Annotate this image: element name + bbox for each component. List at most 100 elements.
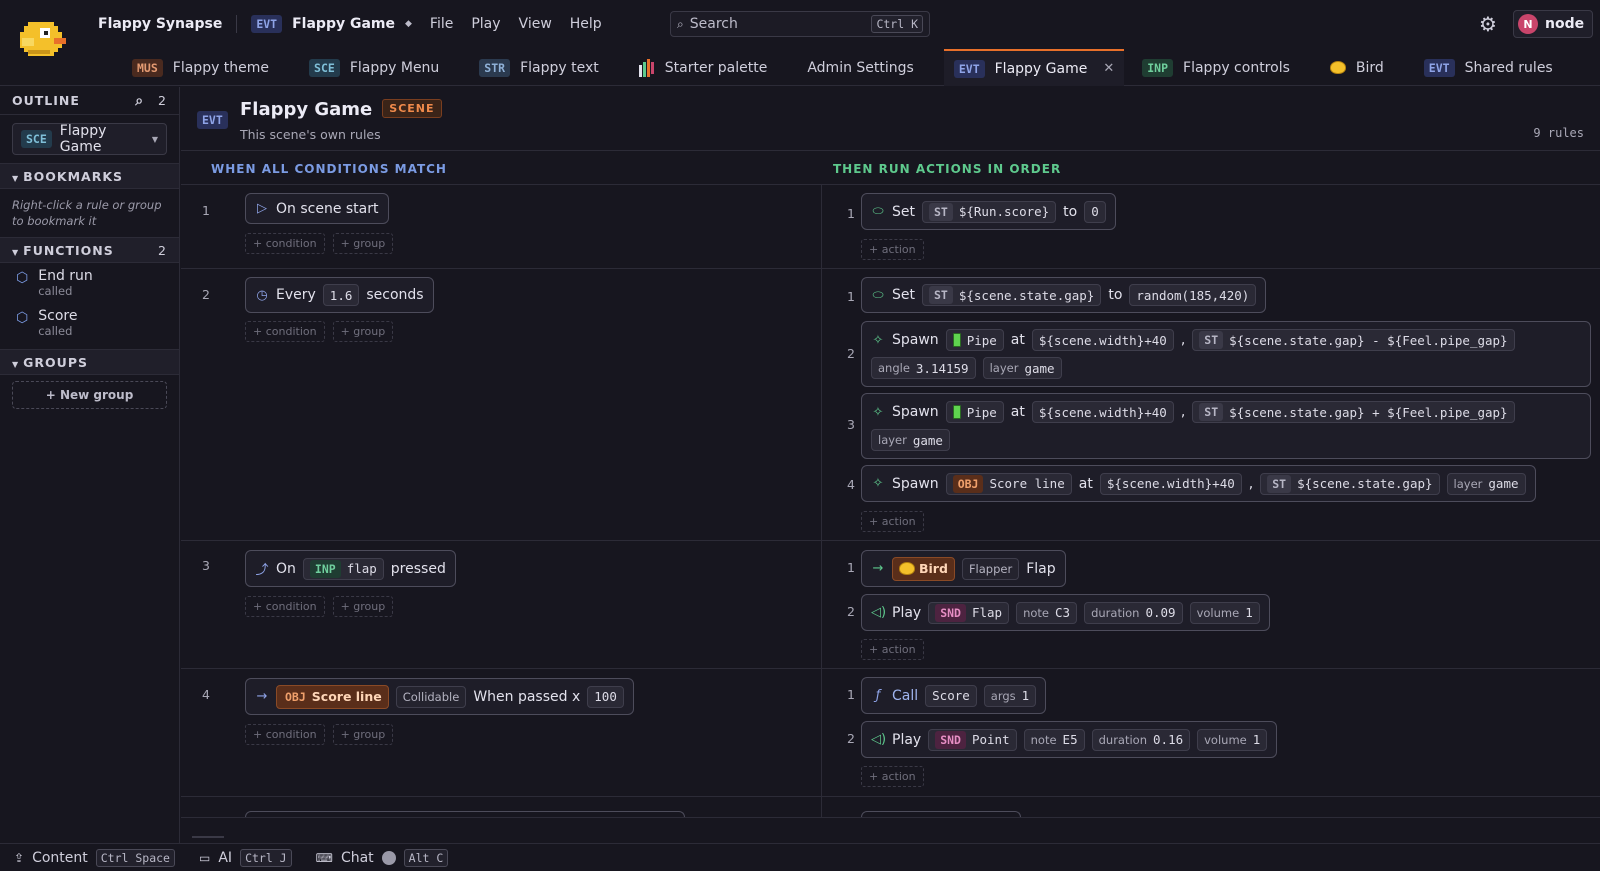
object-chip[interactable]: OBJ Score line <box>276 684 389 709</box>
duration-param[interactable]: duration 0.16 <box>1091 728 1191 751</box>
object-chip[interactable]: Pipe <box>945 401 1004 423</box>
add-condition-button[interactable]: + condition <box>245 233 325 254</box>
value-chip[interactable]: 0 <box>1084 200 1106 223</box>
object-name: Score line <box>989 476 1065 491</box>
tab-flappy-menu[interactable]: SCE Flappy Menu <box>299 49 449 86</box>
action-block[interactable]: ⬭ Set ST ${Run.score} to 0 <box>861 193 1116 230</box>
action-block[interactable]: ✧ Spawn Pipe at ${scene.width}+40 , ST ${… <box>861 393 1591 459</box>
args-param[interactable]: args 1 <box>983 684 1037 707</box>
y-expression[interactable]: ST ${scene.state.gap} - ${Feel.pipe_gap} <box>1192 329 1515 351</box>
behavior-chip[interactable]: Flapper <box>961 557 1020 580</box>
scene-selector[interactable]: SCE Flappy Game ▼ <box>12 123 167 155</box>
ai-button[interactable]: ▭ AI Ctrl J <box>199 848 292 867</box>
note-param[interactable]: note C3 <box>1016 601 1078 624</box>
layer-param[interactable]: layer game <box>982 357 1062 379</box>
condition-block[interactable]: ⤴ On INP flap pressed <box>245 550 456 587</box>
menu-file[interactable]: File <box>430 16 453 32</box>
new-group-button[interactable]: + New group <box>12 381 167 409</box>
action-block[interactable]: ✧ Spawn Pipe at ${scene.width}+40 , ST ${… <box>861 321 1591 387</box>
variable-chip[interactable]: ST ${scene.state.gap} <box>922 284 1102 306</box>
chat-button[interactable]: ⌨ Chat Alt C <box>316 848 449 867</box>
add-group-button[interactable]: + group <box>332 233 394 254</box>
app-logo-bird-icon[interactable] <box>14 14 68 64</box>
x-expression[interactable]: ${scene.width}+40 <box>1099 472 1242 495</box>
add-action-button[interactable]: + action <box>861 766 924 787</box>
add-action-button[interactable]: + action <box>861 511 924 532</box>
doc-name[interactable]: Flappy Game <box>292 16 395 32</box>
arrow-right-icon: → <box>872 561 884 576</box>
action-block[interactable]: → Bird Flapper Flap <box>861 550 1066 587</box>
tab-flappy-text[interactable]: STR Flappy text <box>469 49 608 86</box>
close-icon[interactable]: ✕ <box>1103 61 1114 76</box>
condition-text: On scene start <box>276 200 379 217</box>
y-expression[interactable]: ST ${scene.state.gap} <box>1260 472 1440 495</box>
behavior-chip[interactable]: Collidable <box>395 685 467 708</box>
functions-section-header[interactable]: ▼ FUNCTIONS 2 <box>0 237 179 263</box>
scene-name: Flappy Game <box>59 123 107 155</box>
action-block[interactable]: ⬭ Set ST ${scene.state.gap} to random(185… <box>861 277 1267 313</box>
sound-chip[interactable]: SND Point <box>928 728 1017 751</box>
settings-gear-icon[interactable]: ⚙ <box>1476 12 1500 36</box>
condition-block[interactable]: ▷ On scene start <box>245 193 389 224</box>
tab-flappy-controls[interactable]: INP Flappy controls <box>1132 49 1300 86</box>
tab-starter-palette[interactable]: Starter palette <box>629 49 778 86</box>
variable-chip[interactable]: ST ${Run.score} <box>922 200 1057 223</box>
function-chip[interactable]: Score <box>925 684 977 707</box>
tab-bird[interactable]: Bird <box>1320 49 1394 86</box>
note-param[interactable]: note E5 <box>1023 728 1085 751</box>
x-expression[interactable]: ${scene.width}+40 <box>1031 401 1174 423</box>
add-group-button[interactable]: + group <box>332 321 394 342</box>
add-condition-button[interactable]: + condition <box>245 596 325 617</box>
param-value: E5 <box>1062 732 1078 747</box>
spawn-sparkle-icon: ✧ <box>872 332 884 348</box>
sound-chip[interactable]: SND Flap <box>928 601 1010 624</box>
add-action-button[interactable]: + action <box>861 639 924 660</box>
threshold-input[interactable]: 100 <box>587 685 624 708</box>
interval-input[interactable]: 1.6 <box>322 284 360 306</box>
doc-menu-chevron-icon[interactable]: ◆ <box>405 19 412 29</box>
object-chip[interactable]: OBJ Score line <box>945 472 1072 495</box>
volume-param[interactable]: volume 1 <box>1189 601 1260 624</box>
horizontal-scrollbar[interactable] <box>192 836 224 838</box>
object-chip[interactable]: Pipe <box>945 329 1004 351</box>
menu-view[interactable]: View <box>519 16 552 32</box>
layer-param[interactable]: layer game <box>871 429 950 451</box>
tab-admin-settings[interactable]: Admin Settings <box>797 49 924 86</box>
action-block[interactable]: ƒ Call Score args 1 <box>861 677 1047 714</box>
y-expression[interactable]: ST ${scene.state.gap} + ${Feel.pipe_gap} <box>1192 401 1515 423</box>
search-box[interactable]: ⌕ Search Ctrl K <box>670 11 930 37</box>
menu-help[interactable]: Help <box>570 16 602 32</box>
add-condition-button[interactable]: + condition <box>245 724 325 745</box>
condition-block[interactable]: → OBJ Score line Collidable When passed x… <box>245 678 634 715</box>
tab-flappy-game[interactable]: EVT Flappy Game ✕ <box>943 49 1125 86</box>
function-item-end-run[interactable]: ⬡ End run called <box>0 263 179 303</box>
volume-param[interactable]: volume 1 <box>1197 728 1268 751</box>
input-chip[interactable]: INP flap <box>302 557 384 580</box>
add-group-button[interactable]: + group <box>332 596 394 617</box>
tab-shared-rules[interactable]: EVT Shared rules <box>1414 49 1563 86</box>
bookmarks-section-header[interactable]: ▼ BOOKMARKS <box>0 163 179 189</box>
function-item-score[interactable]: ⬡ Score called <box>0 303 179 343</box>
add-group-button[interactable]: + group <box>332 724 394 745</box>
user-menu[interactable]: N node <box>1513 10 1593 38</box>
condition-block[interactable]: ◷ Every 1.6 seconds <box>245 277 434 313</box>
function-status: called <box>38 284 73 298</box>
action-block[interactable]: ✧ Spawn OBJ Score line at ${scene.width}+… <box>861 465 1536 502</box>
search-icon[interactable]: ⌕ <box>135 93 144 109</box>
add-action-button[interactable]: + action <box>861 239 924 260</box>
param-value: game <box>912 432 943 448</box>
groups-section-header[interactable]: ▼ GROUPS <box>0 349 179 375</box>
menu-play[interactable]: Play <box>471 16 500 32</box>
duration-param[interactable]: duration 0.09 <box>1084 601 1183 624</box>
object-chip[interactable]: Bird <box>892 556 955 581</box>
content-button[interactable]: ⇪ Content Ctrl Space <box>14 848 175 867</box>
action-block[interactable]: ◁) Play SND Point note E5 duration 0.16 vol… <box>861 721 1278 758</box>
tab-flappy-theme[interactable]: MUS Flappy theme <box>122 49 279 86</box>
value-chip[interactable]: random(185,420) <box>1129 284 1257 306</box>
angle-param[interactable]: angle 3.14159 <box>871 357 976 379</box>
layer-param[interactable]: layer game <box>1446 472 1526 495</box>
add-condition-button[interactable]: + condition <box>245 321 325 342</box>
action-block[interactable]: ◁) Play SND Flap note C3 duration 0.09 volu… <box>861 594 1270 631</box>
x-expression[interactable]: ${scene.width}+40 <box>1031 329 1174 351</box>
palette-icon <box>638 58 654 77</box>
